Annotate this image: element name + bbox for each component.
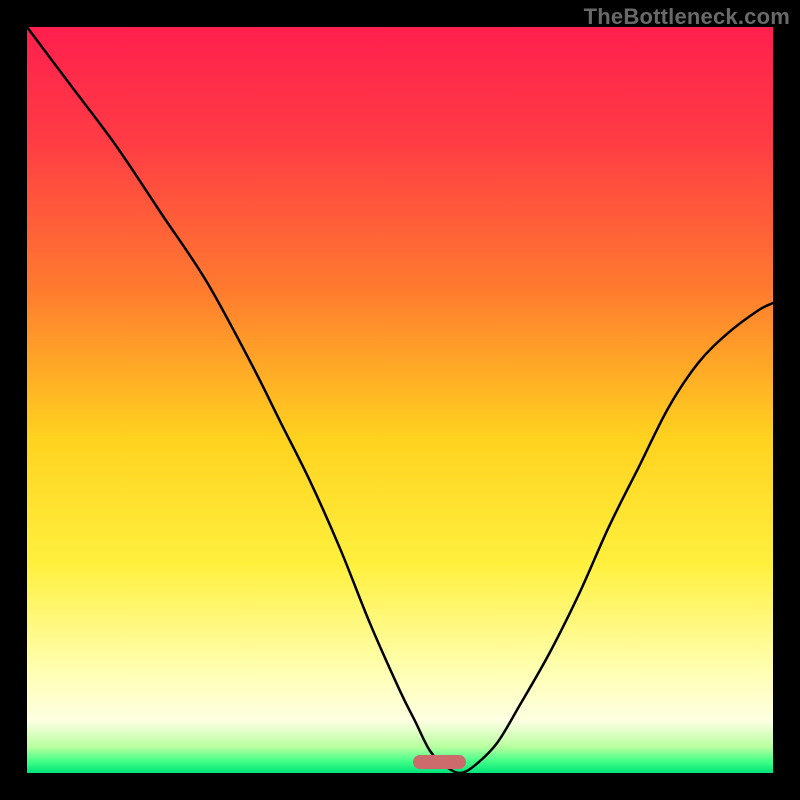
gradient-background <box>27 27 773 773</box>
plot-svg <box>27 27 773 773</box>
watermark-text: TheBottleneck.com <box>584 4 790 30</box>
plot-area <box>27 27 773 773</box>
chart-frame: TheBottleneck.com <box>0 0 800 800</box>
optimal-range-marker <box>413 755 467 769</box>
